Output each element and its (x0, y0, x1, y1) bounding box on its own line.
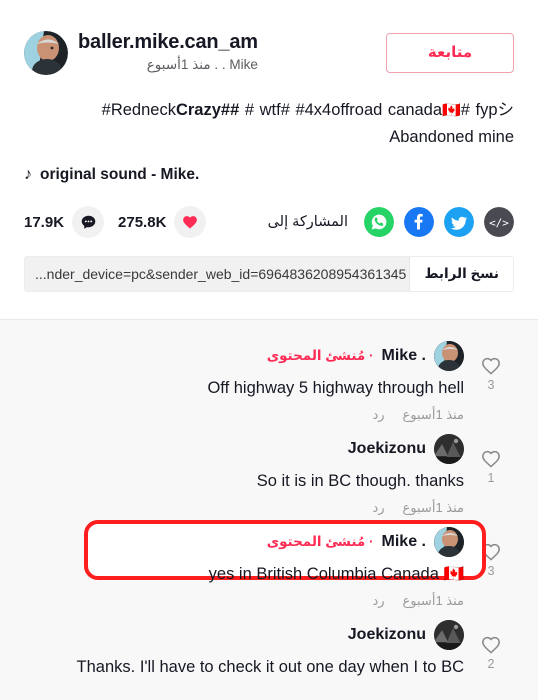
comment-count: 17.9K (24, 213, 65, 231)
comment-reply-button[interactable]: رد (372, 407, 384, 423)
comment-item: 2 Joekizonu Thanks. I'll have to check i… (16, 613, 514, 684)
music-title[interactable]: .original sound - Mike (40, 166, 199, 184)
comment-time: منذ 1أسبوع (402, 407, 464, 422)
comment-like-group[interactable]: 2 (468, 620, 514, 671)
heart-outline-icon[interactable] (480, 541, 502, 563)
comment-header: Mike . · مُنشئ المحتوى (16, 527, 464, 557)
facebook-icon[interactable] (404, 207, 434, 237)
comment-item: 1 Joekizonu So it is in BC though. thank… (16, 427, 514, 520)
share-group: </> المشاركة إلى (268, 207, 514, 237)
comment-avatar[interactable] (434, 341, 464, 371)
post-caption-line-2: Abandoned mine (389, 128, 514, 146)
profile-header-row: متابعة baller.mike.can_am Mike . . منذ 1… (24, 0, 514, 75)
comment-body: Joekizonu So it is in BC though. thanks … (16, 434, 468, 516)
comment-like-count: 3 (487, 564, 495, 578)
joekizonu-avatar-image (434, 620, 464, 650)
heart-outline-icon[interactable] (480, 355, 502, 377)
creator-badge-text: مُنشئ المحتوى (266, 348, 366, 363)
music-note-icon: ♪ (24, 166, 32, 183)
comment-text: yes in British Columbia Canada 🇨🇦 (208, 565, 464, 583)
share-link-bar[interactable]: نسخ الرابط ...nder_device=pc&sender_web_… (24, 256, 514, 292)
comment-author[interactable]: Mike . (382, 533, 426, 551)
comment-text: Off highway 5 highway through hell (207, 379, 464, 397)
heart-icon (183, 216, 198, 229)
comment-like-count: 2 (487, 657, 495, 671)
canada-flag-icon: 🇨🇦 (442, 102, 461, 119)
comment-avatar[interactable] (434, 620, 464, 650)
comment-time: منذ 1أسبوع (402, 593, 464, 608)
comment-body: Mike . · مُنشئ المحتوى Off highway 5 hig… (16, 341, 468, 423)
profile-avatar[interactable] (24, 30, 68, 75)
copy-link-button[interactable]: نسخ الرابط (409, 257, 513, 291)
mike-avatar-image (434, 341, 464, 371)
profile-username[interactable]: baller.mike.can_am (78, 30, 258, 54)
like-button[interactable] (174, 206, 207, 238)
profile-user-block[interactable]: baller.mike.can_am Mike . . منذ 1أسبوع (24, 30, 258, 75)
comment-like-group[interactable]: 3 (468, 527, 514, 578)
tiktok-post-page: متابعة baller.mike.can_am Mike . . منذ 1… (0, 0, 538, 700)
profile-avatar-image (24, 30, 68, 75)
comment-avatar[interactable] (434, 527, 464, 557)
comment-meta: منذ 1أسبوع رد (16, 407, 464, 423)
caption-rest: # wtf# #4x4offroad canada (239, 101, 443, 119)
like-stat[interactable]: 275.8K (118, 206, 207, 238)
svg-text:</>: </> (489, 217, 509, 230)
mike-avatar-image (434, 527, 464, 557)
comment-item-highlighted: 3 Mike . · مُنشئ المحتوى yes in British … (16, 520, 514, 613)
comment-author[interactable]: Joekizonu (348, 626, 426, 644)
comment-like-group[interactable]: 3 (468, 341, 514, 392)
comment-like-count: 3 (487, 378, 495, 392)
creator-badge: · مُنشئ المحتوى (266, 534, 374, 549)
stats-group: 17.9K 275.8K (24, 206, 207, 238)
comment-avatar[interactable] (434, 434, 464, 464)
profile-subtitle: Mike . . منذ 1أسبوع (146, 57, 258, 72)
heart-outline-icon[interactable] (480, 448, 502, 470)
like-count: 275.8K (118, 213, 167, 231)
comments-list: 3 Mike . · مُنشئ المحتوى Off highway 5 h… (0, 320, 538, 700)
share-label: المشاركة إلى (267, 214, 348, 230)
comment-bubble-icon (81, 215, 95, 229)
comment-body: Joekizonu Thanks. I'll have to check it … (16, 620, 468, 680)
comment-stat[interactable]: 17.9K (24, 206, 105, 238)
share-link-text[interactable]: ...nder_device=pc&sender_web_id=69648362… (25, 257, 409, 291)
follow-button[interactable]: متابعة (386, 32, 514, 73)
comment-meta: منذ 1أسبوع رد (16, 500, 464, 516)
creator-badge: · مُنشئ المحتوى (266, 348, 374, 363)
whatsapp-icon[interactable] (364, 207, 394, 237)
comment-reply-button[interactable]: رد (372, 593, 384, 609)
caption-bold: Crazy## (175, 101, 240, 119)
post-actions-row: </> المشاركة إلى 17.9K 275.8K (24, 206, 514, 238)
comment-meta: منذ 1أسبوع رد (16, 593, 464, 609)
comment-text: So it is in BC though. thanks (256, 472, 464, 490)
music-row[interactable]: ♪ .original sound - Mike (24, 166, 514, 184)
creator-badge-text: مُنشئ المحتوى (266, 534, 366, 549)
comment-item: 3 Mike . · مُنشئ المحتوى Off highway 5 h… (16, 334, 514, 427)
comment-button[interactable] (72, 206, 105, 238)
comment-body: Mike . · مُنشئ المحتوى yes in British Co… (16, 527, 468, 609)
comment-like-group[interactable]: 1 (468, 434, 514, 485)
heart-outline-icon[interactable] (480, 634, 502, 656)
twitter-icon[interactable] (444, 207, 474, 237)
post-caption-line-1: RedneckCrazy## # wtf# #4x4offroad canada… (24, 97, 514, 124)
comment-header: Mike . · مُنشئ المحتوى (16, 341, 464, 371)
comment-header: Joekizonu (16, 434, 464, 464)
caption-prefix: Redneck (110, 101, 176, 119)
comment-author[interactable]: Mike . (382, 347, 426, 365)
comment-text: Thanks. I'll have to check it out one da… (76, 658, 464, 676)
embed-icon[interactable]: </> (484, 207, 514, 237)
comment-author[interactable]: Joekizonu (348, 440, 426, 458)
comment-reply-button[interactable]: رد (372, 500, 384, 516)
post-header-panel: متابعة baller.mike.can_am Mike . . منذ 1… (0, 0, 538, 320)
comment-time: منذ 1أسبوع (402, 500, 464, 515)
comment-like-count: 1 (487, 471, 495, 485)
profile-text-block: baller.mike.can_am Mike . . منذ 1أسبوع (78, 30, 258, 75)
comment-header: Joekizonu (16, 620, 464, 650)
joekizonu-avatar-image (434, 434, 464, 464)
